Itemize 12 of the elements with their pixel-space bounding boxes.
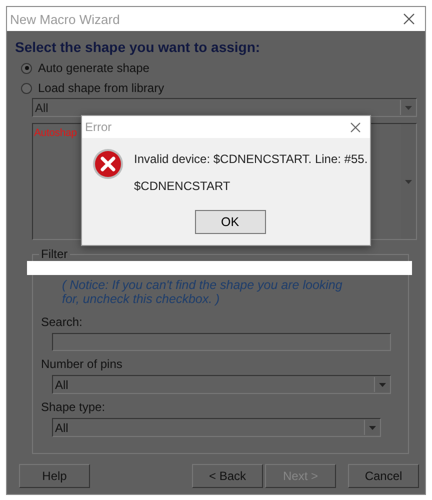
group-legend: Filter <box>39 247 70 261</box>
error-message: Invalid device: $CDNENCSTART. Line: #55. <box>134 152 368 166</box>
radio-label: Load shape from library <box>38 81 164 95</box>
window-title: New Macro Wizard <box>10 12 120 26</box>
section-heading: Select the shape you want to assign: <box>15 39 262 55</box>
radio-label: Auto generate shape <box>38 61 150 75</box>
field-label: Search: <box>40 315 84 329</box>
error-detail: $CDNENCSTART <box>134 179 232 193</box>
field-label: Shape type: <box>40 400 106 414</box>
field-label: Number of pins <box>40 357 124 371</box>
notice-text: ( Notice: If you can't find the shape you are looking for, uncheck this checkbox. ) <box>61 277 344 306</box>
dialog-title: Error <box>85 120 112 134</box>
